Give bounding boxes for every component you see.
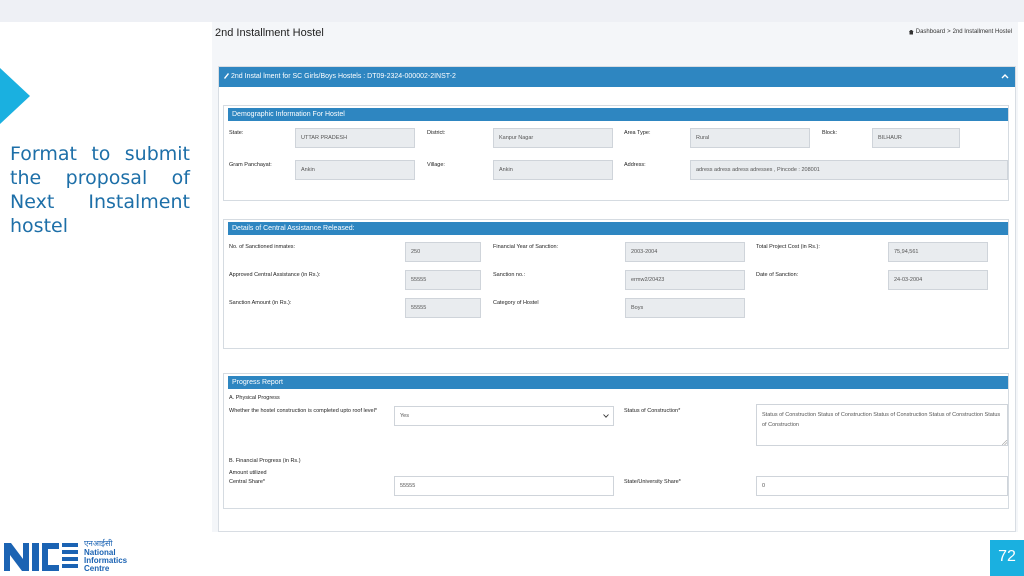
sanction-date-label: Date of Sanction:: [756, 272, 799, 278]
assistance-title: Details of Central Assistance Released:: [232, 225, 355, 232]
state-share-label: State/University Share*: [624, 479, 681, 485]
gram-panchayat-label: Gram Panchayat:: [229, 162, 272, 168]
logo-hindi: एनआईसी: [84, 538, 113, 548]
total-cost-label: Total Project Cost (in Rs.):: [756, 244, 820, 250]
breadcrumb-home[interactable]: Dashboard: [916, 29, 945, 35]
state-field[interactable]: UTTAR PRADESH: [295, 128, 415, 148]
assistance-header: Details of Central Assistance Released:: [228, 222, 1008, 235]
village-field[interactable]: Ankin: [493, 160, 613, 180]
district-label: District:: [427, 130, 446, 136]
roof-level-select[interactable]: Yes: [394, 406, 614, 426]
demographic-title: Demographic Information For Hostel: [232, 111, 345, 118]
physical-progress-heading: A. Physical Progress: [229, 395, 280, 401]
district-field[interactable]: Kanpur Nagar: [493, 128, 613, 148]
slide: Format to submit the proposal of Next In…: [0, 0, 1024, 576]
area-type-label: Area Type:: [624, 130, 651, 136]
construction-status-textarea[interactable]: Status of Construction Status of Constru…: [756, 404, 1008, 446]
hostel-category-field[interactable]: Boys: [625, 298, 745, 318]
area-type-field[interactable]: Rural: [690, 128, 810, 148]
roof-level-label: Whether the hostel construction is compl…: [229, 408, 377, 414]
resize-grip-icon[interactable]: [1002, 440, 1007, 445]
central-share-input[interactable]: 55555: [394, 476, 614, 496]
hostel-category-label: Category of Hostel: [493, 300, 539, 306]
approved-assistance-field[interactable]: 55555: [405, 270, 481, 290]
amount-utilized-label: Amount utilized: [229, 470, 267, 476]
card-header[interactable]: 2nd Instal lment for SC Girls/Boys Hoste…: [219, 67, 1015, 87]
total-cost-field[interactable]: 75,94,561: [888, 242, 988, 262]
inmates-label: No. of Sanctioned inmates:: [229, 244, 296, 250]
financial-progress-heading: B. Financial Progress (in Rs.): [229, 458, 301, 464]
sanction-amount-label: Sanction Amount (in Rs.):: [229, 300, 292, 306]
slide-caption: Format to submit the proposal of Next In…: [10, 143, 190, 237]
assistance-section: Details of Central Assistance Released: …: [223, 219, 1009, 349]
central-share-label: Central Share*: [229, 479, 266, 485]
sanction-no-field[interactable]: ermw2/20423: [625, 270, 745, 290]
approved-assistance-label: Approved Central Assistance (in Rs.):: [229, 272, 321, 278]
address-field[interactable]: adress adress adress adresses , Pincode …: [690, 160, 1008, 180]
arrow-decoration-icon: [0, 68, 30, 124]
breadcrumb-separator: >: [947, 29, 951, 35]
address-label: Address:: [624, 162, 646, 168]
edit-icon: [224, 73, 229, 79]
block-field[interactable]: BILHAUR: [872, 128, 960, 148]
nic-logo: एनआईसी National Informatics Centre: [4, 538, 128, 573]
demographic-header: Demographic Information For Hostel: [228, 108, 1008, 121]
logo-line-3: Centre: [84, 564, 110, 573]
village-label: Village:: [427, 162, 445, 168]
breadcrumb-current: 2nd Installment Hostel: [952, 29, 1012, 35]
financial-year-field[interactable]: 2003-2004: [625, 242, 745, 262]
block-label: Block:: [822, 130, 837, 136]
progress-title: Progress Report: [232, 379, 283, 386]
progress-header: Progress Report: [228, 376, 1008, 389]
demographic-section: Demographic Information For Hostel State…: [223, 105, 1009, 201]
state-label: State:: [229, 130, 244, 136]
sanction-no-label: Sanction no.:: [493, 272, 526, 278]
page-number: 72: [998, 548, 1016, 565]
progress-section: Progress Report A. Physical Progress Whe…: [223, 373, 1009, 509]
sanction-amount-field[interactable]: 55555: [405, 298, 481, 318]
chevron-up-icon[interactable]: [1001, 72, 1009, 80]
roof-level-selected: Yes: [400, 413, 409, 419]
page-title: 2nd Installment Hostel: [215, 27, 324, 39]
breadcrumb: Dashboard > 2nd Installment Hostel: [908, 29, 1012, 35]
app-window: 2nd Installment Hostel Dashboard > 2nd I…: [212, 22, 1018, 532]
sanction-date-field[interactable]: 24-03-2004: [888, 270, 988, 290]
state-share-input[interactable]: 0: [756, 476, 1008, 496]
financial-year-label: Financial Year of Sanction:: [493, 244, 559, 250]
home-icon[interactable]: [908, 29, 914, 35]
installment-card: 2nd Instal lment for SC Girls/Boys Hoste…: [218, 66, 1016, 532]
gram-panchayat-field[interactable]: Ankin: [295, 160, 415, 180]
construction-status-label: Status of Construction*: [624, 408, 681, 414]
card-title: 2nd Instal lment for SC Girls/Boys Hoste…: [231, 73, 456, 80]
inmates-field[interactable]: 250: [405, 242, 481, 262]
chevron-down-icon: [603, 414, 609, 418]
page-header: 2nd Installment Hostel Dashboard > 2nd I…: [212, 22, 1018, 44]
top-band: [0, 0, 1024, 22]
